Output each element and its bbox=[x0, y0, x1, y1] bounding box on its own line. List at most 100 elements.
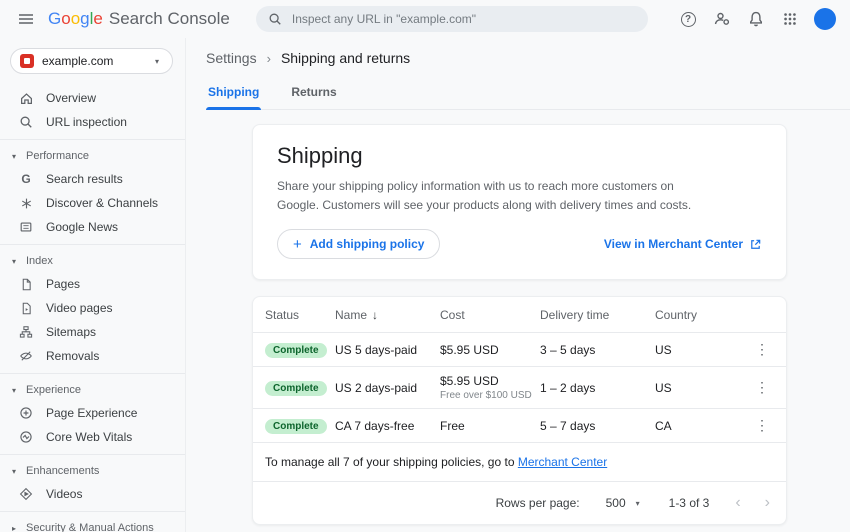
policy-cost-note: Free over $100 USD bbox=[440, 390, 540, 401]
sidebar-item-label: Pages bbox=[46, 277, 80, 291]
removals-eye-off-icon bbox=[18, 348, 34, 364]
page-icon bbox=[18, 276, 34, 292]
sidebar-item-label: Search results bbox=[46, 172, 123, 186]
sidebar-item-search-results[interactable]: G Search results bbox=[0, 167, 185, 191]
sidebar-item-google-news[interactable]: Google News bbox=[0, 215, 185, 239]
policy-cost: Free bbox=[440, 419, 540, 433]
breadcrumb-settings-link[interactable]: Settings bbox=[206, 50, 257, 66]
table-row: Complete US 5 days-paid $5.95 USD 3 – 5 … bbox=[253, 333, 786, 367]
chevron-down-icon: ▾ bbox=[9, 386, 19, 395]
sitemap-icon bbox=[18, 324, 34, 340]
previous-page-icon[interactable]: ‹ bbox=[735, 495, 740, 511]
sidebar-item-discover-channels[interactable]: Discover & Channels bbox=[0, 191, 185, 215]
sidebar-item-label: Removals bbox=[46, 349, 99, 363]
help-icon[interactable]: ? bbox=[674, 5, 702, 33]
url-inspect-input[interactable] bbox=[292, 12, 636, 26]
row-kebab-menu-icon[interactable]: ⋮ bbox=[750, 341, 774, 358]
divider bbox=[0, 244, 185, 245]
policy-delivery-time: 3 – 5 days bbox=[540, 343, 655, 357]
plus-icon: + bbox=[293, 236, 302, 253]
merchant-link-label: View in Merchant Center bbox=[604, 237, 743, 251]
property-icon bbox=[20, 54, 34, 68]
topbar-actions: ? bbox=[674, 5, 836, 33]
rows-per-page-label: Rows per page: bbox=[496, 496, 580, 510]
shipping-intro-card: Shipping Share your shipping policy info… bbox=[252, 124, 787, 280]
pagination-bar: Rows per page: 500 ▾ 1-3 of 3 ‹ › bbox=[253, 482, 786, 524]
hamburger-menu-icon[interactable] bbox=[12, 5, 40, 33]
sidebar-section-security-manual-actions[interactable]: ▸ Security & Manual Actions bbox=[0, 517, 185, 532]
policy-name: US 5 days-paid bbox=[335, 343, 440, 357]
note-text: To manage all 7 of your shipping policie… bbox=[265, 455, 518, 469]
sidebar: example.com ▾ Overview URL inspection ▾ … bbox=[0, 38, 186, 532]
table-row: Complete US 2 days-paid $5.95 USD Free o… bbox=[253, 367, 786, 409]
chevron-down-icon: ▾ bbox=[9, 152, 19, 161]
user-settings-icon[interactable] bbox=[708, 5, 736, 33]
row-kebab-menu-icon[interactable]: ⋮ bbox=[750, 417, 774, 434]
sidebar-section-index[interactable]: ▾ Index bbox=[0, 250, 185, 272]
main-content: Settings › Shipping and returns Shipping… bbox=[186, 38, 850, 532]
url-inspection-searchbar[interactable] bbox=[256, 6, 648, 32]
search-icon bbox=[18, 114, 34, 130]
status-badge: Complete bbox=[265, 419, 327, 434]
sidebar-item-label: Sitemaps bbox=[46, 325, 96, 339]
chevron-down-icon: ▾ bbox=[152, 57, 162, 66]
apps-grid-icon[interactable] bbox=[776, 5, 804, 33]
table-row: Complete CA 7 days-free Free 5 – 7 days … bbox=[253, 409, 786, 443]
breadcrumb: Settings › Shipping and returns bbox=[206, 50, 850, 66]
sidebar-item-label: Page Experience bbox=[46, 406, 137, 420]
notifications-bell-icon[interactable] bbox=[742, 5, 770, 33]
rows-per-page-select[interactable]: 500 ▾ bbox=[606, 496, 643, 510]
sidebar-item-label: URL inspection bbox=[46, 115, 127, 129]
search-icon bbox=[268, 12, 282, 26]
sidebar-item-overview[interactable]: Overview bbox=[0, 86, 185, 110]
sidebar-item-url-inspection[interactable]: URL inspection bbox=[0, 110, 185, 134]
sidebar-item-label: Overview bbox=[46, 91, 96, 105]
sidebar-item-core-web-vitals[interactable]: Core Web Vitals bbox=[0, 425, 185, 449]
column-header-status: Status bbox=[265, 308, 335, 322]
column-header-cost: Cost bbox=[440, 308, 540, 322]
sidebar-item-video-pages[interactable]: Video pages bbox=[0, 296, 185, 320]
tab-returns[interactable]: Returns bbox=[289, 78, 338, 109]
sidebar-section-performance[interactable]: ▾ Performance bbox=[0, 145, 185, 167]
merchant-center-link[interactable]: Merchant Center bbox=[518, 455, 607, 469]
policy-cost: $5.95 USD bbox=[440, 374, 540, 388]
shipping-policies-table-card: Status Name ↓ Cost Delivery time Country… bbox=[252, 296, 787, 525]
sidebar-section-experience[interactable]: ▾ Experience bbox=[0, 379, 185, 401]
breadcrumb-chevron-icon: › bbox=[267, 51, 271, 66]
divider bbox=[0, 454, 185, 455]
sidebar-section-enhancements[interactable]: ▾ Enhancements bbox=[0, 460, 185, 482]
page-title: Shipping bbox=[277, 143, 762, 169]
top-bar: Google Search Console ? bbox=[0, 0, 850, 38]
column-header-delivery-time: Delivery time bbox=[540, 308, 655, 322]
sidebar-item-page-experience[interactable]: Page Experience bbox=[0, 401, 185, 425]
google-logo: Google bbox=[48, 9, 103, 29]
column-header-name-label: Name bbox=[335, 308, 367, 322]
status-badge: Complete bbox=[265, 381, 327, 396]
divider bbox=[0, 511, 185, 512]
row-kebab-menu-icon[interactable]: ⋮ bbox=[750, 379, 774, 396]
sidebar-item-videos[interactable]: Videos bbox=[0, 482, 185, 506]
property-selector[interactable]: example.com ▾ bbox=[10, 48, 173, 74]
google-g-icon: G bbox=[18, 171, 34, 187]
next-page-icon[interactable]: › bbox=[765, 495, 770, 511]
page-experience-icon bbox=[18, 405, 34, 421]
sidebar-item-label: Videos bbox=[46, 487, 82, 501]
sidebar-item-label: Google News bbox=[46, 220, 118, 234]
view-in-merchant-center-link[interactable]: View in Merchant Center bbox=[604, 237, 762, 251]
chevron-down-icon: ▾ bbox=[633, 499, 643, 508]
sidebar-item-label: Core Web Vitals bbox=[46, 430, 132, 444]
policy-name: CA 7 days-free bbox=[335, 419, 440, 433]
column-header-name[interactable]: Name ↓ bbox=[335, 308, 440, 322]
sidebar-item-removals[interactable]: Removals bbox=[0, 344, 185, 368]
avatar[interactable] bbox=[814, 8, 836, 30]
breadcrumb-current: Shipping and returns bbox=[281, 50, 410, 66]
videos-icon bbox=[18, 486, 34, 502]
sidebar-item-pages[interactable]: Pages bbox=[0, 272, 185, 296]
add-shipping-policy-label: Add shipping policy bbox=[310, 237, 425, 251]
policy-country: CA bbox=[655, 419, 750, 433]
column-header-country: Country bbox=[655, 308, 750, 322]
property-label: example.com bbox=[42, 54, 113, 68]
tab-shipping[interactable]: Shipping bbox=[206, 78, 261, 109]
sidebar-item-sitemaps[interactable]: Sitemaps bbox=[0, 320, 185, 344]
add-shipping-policy-button[interactable]: + Add shipping policy bbox=[277, 229, 440, 259]
